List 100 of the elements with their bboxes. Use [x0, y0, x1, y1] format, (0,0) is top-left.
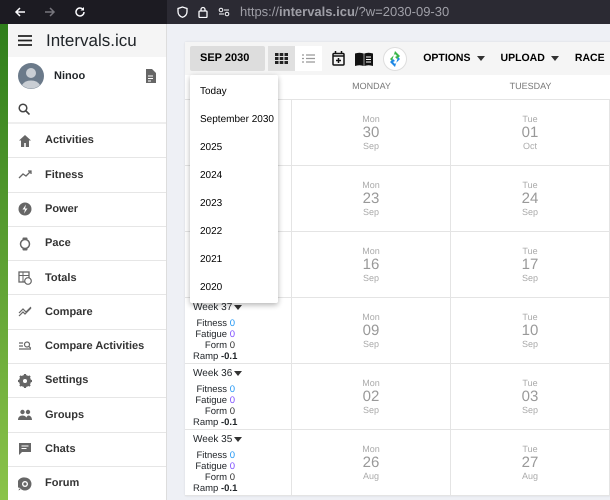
month-label: Aug: [522, 471, 538, 482]
sidebar-item[interactable]: Groups: [8, 398, 166, 433]
week-stat: Ramp -0.1: [193, 417, 235, 428]
logo-icon[interactable]: [383, 46, 408, 70]
day-number: 03: [522, 388, 538, 406]
week-stat: Fatigue 0: [194, 461, 235, 472]
user-name[interactable]: Ninoo: [54, 68, 135, 84]
dropdown-item[interactable]: Today: [190, 77, 278, 105]
home-icon: [18, 134, 32, 148]
back-icon[interactable]: [14, 6, 26, 18]
week-stat: Ramp -0.1: [193, 351, 235, 362]
day-number: 17: [522, 256, 538, 274]
grid-icon: [275, 53, 288, 64]
weekday-label: Tue: [522, 114, 538, 124]
month-label: Oct: [522, 141, 537, 152]
day-column-header: TUESDAY: [451, 75, 610, 100]
day-number: 24: [522, 190, 538, 208]
sidebar-item[interactable]: Fitness: [8, 158, 166, 193]
sidebar-item[interactable]: Power: [8, 192, 166, 227]
sidebar-item[interactable]: Settings: [8, 364, 166, 398]
permissions-icon[interactable]: [218, 7, 230, 17]
caret-icon: [234, 437, 242, 442]
weekday-label: Tue: [522, 444, 538, 454]
weekday-label: Tue: [522, 378, 538, 388]
weekday-label: Tue: [522, 312, 538, 322]
month-label: Sep: [522, 405, 538, 416]
calendar-add-icon[interactable]: [332, 51, 346, 66]
people-icon: [18, 408, 32, 422]
reload-icon[interactable]: [74, 6, 86, 18]
dropdown-item[interactable]: 2022: [190, 217, 278, 245]
gear-icon: [18, 374, 32, 388]
month-label: Sep: [362, 405, 379, 416]
week-stat: Fatigue 0: [194, 395, 235, 406]
month-label: Sep: [522, 339, 538, 350]
day-number: 02: [362, 388, 380, 406]
sidebar-item[interactable]: Activities: [8, 124, 166, 158]
day-column-header: MONDAY: [292, 75, 451, 100]
avatar[interactable]: [18, 63, 44, 89]
week-stat: Form 0: [204, 472, 235, 484]
dropdown-item[interactable]: 2024: [190, 161, 278, 189]
caret-icon: [476, 56, 485, 61]
month-label: Sep: [362, 207, 379, 218]
weekday-label: Mon: [362, 444, 380, 454]
weekday-label: Mon: [362, 378, 380, 388]
weekday-label: Mon: [362, 114, 380, 124]
menu-icon[interactable]: [18, 35, 32, 46]
month-label: Sep: [362, 273, 379, 284]
month-label: Sep: [522, 273, 538, 284]
week-dropdown[interactable]: Week 35: [193, 432, 291, 447]
week-dropdown[interactable]: Week 37: [193, 300, 291, 315]
week-dropdown[interactable]: Week 36: [193, 366, 291, 381]
day-number: 27: [522, 454, 538, 472]
dropdown-item[interactable]: 2020: [190, 273, 278, 301]
month-label: Sep: [522, 207, 538, 218]
sidebar-item[interactable]: Compare: [8, 295, 166, 330]
dropdown-item[interactable]: September 2030: [190, 105, 278, 133]
weekday-label: Mon: [362, 246, 380, 256]
sidebar-item[interactable]: Chats: [8, 432, 166, 467]
grid-view-button[interactable]: [268, 46, 296, 71]
day-number: 30: [362, 124, 380, 142]
watch-icon: [18, 236, 32, 251]
lock-icon[interactable]: [198, 6, 208, 18]
sidebar-item[interactable]: Compare Activities: [8, 330, 166, 364]
day-number: 23: [362, 190, 380, 208]
menu-button[interactable]: UPLOAD: [500, 50, 559, 66]
week-stat: Fitness 0: [195, 450, 235, 462]
dropdown-item[interactable]: 2023: [190, 189, 278, 217]
weekday-label: Tue: [522, 180, 538, 190]
document-icon[interactable]: [145, 69, 156, 83]
dropdown-item[interactable]: 2021: [190, 245, 278, 273]
weekday-label: Tue: [522, 246, 538, 256]
week-stat: Ramp -0.1: [193, 483, 235, 494]
table-clock-icon: [18, 270, 32, 285]
sidebar-item[interactable]: Totals: [8, 261, 166, 296]
weekday-label: Mon: [362, 312, 380, 322]
list-icon: [302, 54, 316, 63]
bolt-icon: [18, 202, 32, 216]
week-stat: Fitness 0: [195, 384, 235, 396]
weekday-label: Mon: [362, 180, 380, 190]
day-number: 01: [522, 124, 538, 142]
menu-button[interactable]: RACE: [574, 50, 610, 66]
day-number: 16: [362, 256, 380, 274]
search-icon[interactable]: [18, 102, 30, 114]
month-label: Aug: [362, 471, 379, 482]
shield-icon[interactable]: [177, 6, 188, 18]
chat-icon: [18, 442, 32, 456]
month-label: Sep: [362, 339, 379, 350]
sidebar-item[interactable]: Forum: [8, 466, 166, 500]
week-stat: Form 0: [204, 406, 235, 418]
month-label: Sep: [362, 141, 379, 152]
month-button[interactable]: SEP 2030: [190, 46, 265, 71]
sidebar-item[interactable]: Pace: [8, 226, 166, 262]
day-number: 26: [362, 454, 380, 472]
day-number: 09: [362, 322, 380, 340]
book-icon[interactable]: [355, 52, 374, 66]
dropdown-item[interactable]: 2025: [190, 133, 278, 161]
caret-icon: [550, 56, 559, 61]
caret-icon: [234, 305, 242, 310]
menu-button[interactable]: OPTIONS: [423, 50, 485, 66]
week-stat: Fitness 0: [195, 318, 235, 330]
